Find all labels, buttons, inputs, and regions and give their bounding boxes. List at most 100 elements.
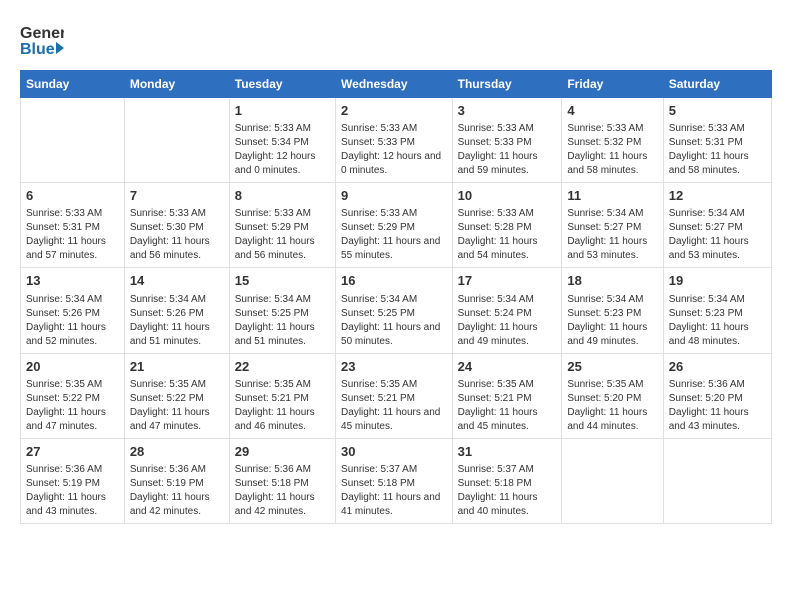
calendar-table: SundayMondayTuesdayWednesdayThursdayFrid… [20,70,772,524]
calendar-cell: 27Sunrise: 5:36 AMSunset: 5:19 PMDayligh… [21,438,125,523]
calendar-cell: 10 Sunrise: 5:33 AMSunset: 5:28 PMDayligh… [452,183,562,268]
svg-text:General: General [20,25,64,42]
calendar-cell: 28 Sunrise: 5:36 AMSunset: 5:19 PMDayligh… [124,438,229,523]
day-number: 16 [341,272,447,290]
cell-info: Sunrise: 5:36 AMSunset: 5:18 PMDaylight:… [235,463,330,519]
cell-info: Sunrise: 5:36 AMSunset: 5:20 PMDaylight:… [669,378,766,434]
cell-info: Sunrise: 5:34 AMSunset: 5:23 PMDaylight:… [567,293,657,349]
cell-info: Sunrise: 5:33 AMSunset: 5:30 PMDaylight:… [130,207,224,263]
cell-info: Sunrise: 5:33 AMSunset: 5:34 PMDaylight:… [235,122,330,178]
calendar-cell: 25Sunrise: 5:35 AMSunset: 5:20 PMDayligh… [562,353,663,438]
calendar-cell: 19 Sunrise: 5:34 AMSunset: 5:23 PMDayligh… [663,268,771,353]
cell-info: Sunrise: 5:34 AMSunset: 5:27 PMDaylight:… [567,207,657,263]
calendar-cell: 9 Sunrise: 5:33 AMSunset: 5:29 PMDaylight… [336,183,453,268]
day-number: 29 [235,443,330,461]
cell-info: Sunrise: 5:34 AMSunset: 5:27 PMDaylight:… [669,207,766,263]
calendar-body: 1Sunrise: 5:33 AMSunset: 5:34 PMDaylight… [21,98,772,524]
calendar-cell: 13 Sunrise: 5:34 AMSunset: 5:26 PMDayligh… [21,268,125,353]
calendar-cell: 29 Sunrise: 5:36 AMSunset: 5:18 PMDayligh… [229,438,335,523]
cell-info: Sunrise: 5:34 AMSunset: 5:25 PMDaylight:… [235,293,330,349]
cell-info: Sunrise: 5:33 AMSunset: 5:31 PMDaylight:… [26,207,119,263]
calendar-cell: 23 Sunrise: 5:35 AMSunset: 5:21 PMDayligh… [336,353,453,438]
day-number: 31 [458,443,557,461]
calendar-cell [562,438,663,523]
day-number: 26 [669,358,766,376]
svg-text:Blue: Blue [20,41,55,58]
cell-info: Sunrise: 5:34 AMSunset: 5:23 PMDaylight:… [669,293,766,349]
day-header-thursday: Thursday [452,71,562,98]
cell-info: Sunrise: 5:33 AMSunset: 5:29 PMDaylight:… [341,207,447,263]
cell-info: Sunrise: 5:35 AMSunset: 5:21 PMDaylight:… [458,378,557,434]
day-number: 7 [130,187,224,205]
week-row-5: 27 Sunrise: 5:36 AMSunset: 5:19 PMDayligh… [21,438,772,523]
day-number: 23 [341,358,447,376]
day-number: 19 [669,272,766,290]
day-header-monday: Monday [124,71,229,98]
calendar-cell: 1Sunrise: 5:33 AMSunset: 5:34 PMDaylight… [229,98,335,183]
week-row-3: 13 Sunrise: 5:34 AMSunset: 5:26 PMDayligh… [21,268,772,353]
calendar-cell: 26 Sunrise: 5:36 AMSunset: 5:20 PMDayligh… [663,353,771,438]
calendar-cell: 16 Sunrise: 5:34 AMSunset: 5:25 PMDayligh… [336,268,453,353]
day-header-friday: Friday [562,71,663,98]
calendar-cell: 2Sunrise: 5:33 AMSunset: 5:33 PMDaylight… [336,98,453,183]
day-number: 13 [26,272,119,290]
calendar-cell: 30 Sunrise: 5:37 AMSunset: 5:18 PMDayligh… [336,438,453,523]
week-row-1: 1Sunrise: 5:33 AMSunset: 5:34 PMDaylight… [21,98,772,183]
cell-info: Sunrise: 5:35 AMSunset: 5:21 PMDaylight:… [235,378,330,434]
cell-info: Sunrise: 5:36 AMSunset: 5:19 PMDaylight:… [130,463,224,519]
cell-info: Sunrise: 5:34 AMSunset: 5:24 PMDaylight:… [458,293,557,349]
calendar-cell: 24 Sunrise: 5:35 AMSunset: 5:21 PMDayligh… [452,353,562,438]
day-number: 17 [458,272,557,290]
day-number: 15 [235,272,330,290]
cell-info: Sunrise: 5:35 AMSunset: 5:22 PMDaylight:… [26,378,119,434]
calendar-cell: 3Sunrise: 5:33 AMSunset: 5:33 PMDaylight… [452,98,562,183]
cell-info: Sunrise: 5:33 AMSunset: 5:31 PMDaylight:… [669,122,766,178]
calendar-cell: 20Sunrise: 5:35 AMSunset: 5:22 PMDayligh… [21,353,125,438]
calendar-cell: 17 Sunrise: 5:34 AMSunset: 5:24 PMDayligh… [452,268,562,353]
calendar-cell: 31 Sunrise: 5:37 AMSunset: 5:18 PMDayligh… [452,438,562,523]
calendar-cell [21,98,125,183]
day-number: 28 [130,443,224,461]
logo-icon: General Blue [20,20,64,60]
day-number: 22 [235,358,330,376]
day-number: 25 [567,358,657,376]
calendar-cell: 8Sunrise: 5:33 AMSunset: 5:29 PMDaylight… [229,183,335,268]
day-number: 9 [341,187,447,205]
cell-info: Sunrise: 5:37 AMSunset: 5:18 PMDaylight:… [458,463,557,519]
calendar-cell: 14 Sunrise: 5:34 AMSunset: 5:26 PMDayligh… [124,268,229,353]
cell-info: Sunrise: 5:34 AMSunset: 5:26 PMDaylight:… [26,293,119,349]
cell-info: Sunrise: 5:33 AMSunset: 5:33 PMDaylight:… [458,122,557,178]
week-row-2: 6 Sunrise: 5:33 AMSunset: 5:31 PMDaylight… [21,183,772,268]
day-number: 10 [458,187,557,205]
cell-info: Sunrise: 5:33 AMSunset: 5:29 PMDaylight:… [235,207,330,263]
day-number: 12 [669,187,766,205]
day-number: 11 [567,187,657,205]
calendar-cell: 6 Sunrise: 5:33 AMSunset: 5:31 PMDaylight… [21,183,125,268]
day-number: 2 [341,102,447,120]
logo: General Blue [20,20,64,60]
page-header: General Blue [20,20,772,60]
cell-info: Sunrise: 5:33 AMSunset: 5:28 PMDaylight:… [458,207,557,263]
day-number: 18 [567,272,657,290]
calendar-cell: 18 Sunrise: 5:34 AMSunset: 5:23 PMDayligh… [562,268,663,353]
cell-info: Sunrise: 5:34 AMSunset: 5:25 PMDaylight:… [341,293,447,349]
calendar-cell: 4 Sunrise: 5:33 AMSunset: 5:32 PMDaylight… [562,98,663,183]
calendar-cell [663,438,771,523]
calendar-cell: 15 Sunrise: 5:34 AMSunset: 5:25 PMDayligh… [229,268,335,353]
calendar-cell: 7 Sunrise: 5:33 AMSunset: 5:30 PMDaylight… [124,183,229,268]
calendar-cell: 22 Sunrise: 5:35 AMSunset: 5:21 PMDayligh… [229,353,335,438]
week-row-4: 20Sunrise: 5:35 AMSunset: 5:22 PMDayligh… [21,353,772,438]
day-number: 24 [458,358,557,376]
cell-info: Sunrise: 5:35 AMSunset: 5:22 PMDaylight:… [130,378,224,434]
cell-info: Sunrise: 5:34 AMSunset: 5:26 PMDaylight:… [130,293,224,349]
calendar-cell: 21Sunrise: 5:35 AMSunset: 5:22 PMDayligh… [124,353,229,438]
cell-info: Sunrise: 5:35 AMSunset: 5:21 PMDaylight:… [341,378,447,434]
day-number: 14 [130,272,224,290]
day-number: 6 [26,187,119,205]
cell-info: Sunrise: 5:37 AMSunset: 5:18 PMDaylight:… [341,463,447,519]
calendar-header-row: SundayMondayTuesdayWednesdayThursdayFrid… [21,71,772,98]
day-number: 4 [567,102,657,120]
day-number: 27 [26,443,119,461]
cell-info: Sunrise: 5:33 AMSunset: 5:32 PMDaylight:… [567,122,657,178]
day-number: 30 [341,443,447,461]
